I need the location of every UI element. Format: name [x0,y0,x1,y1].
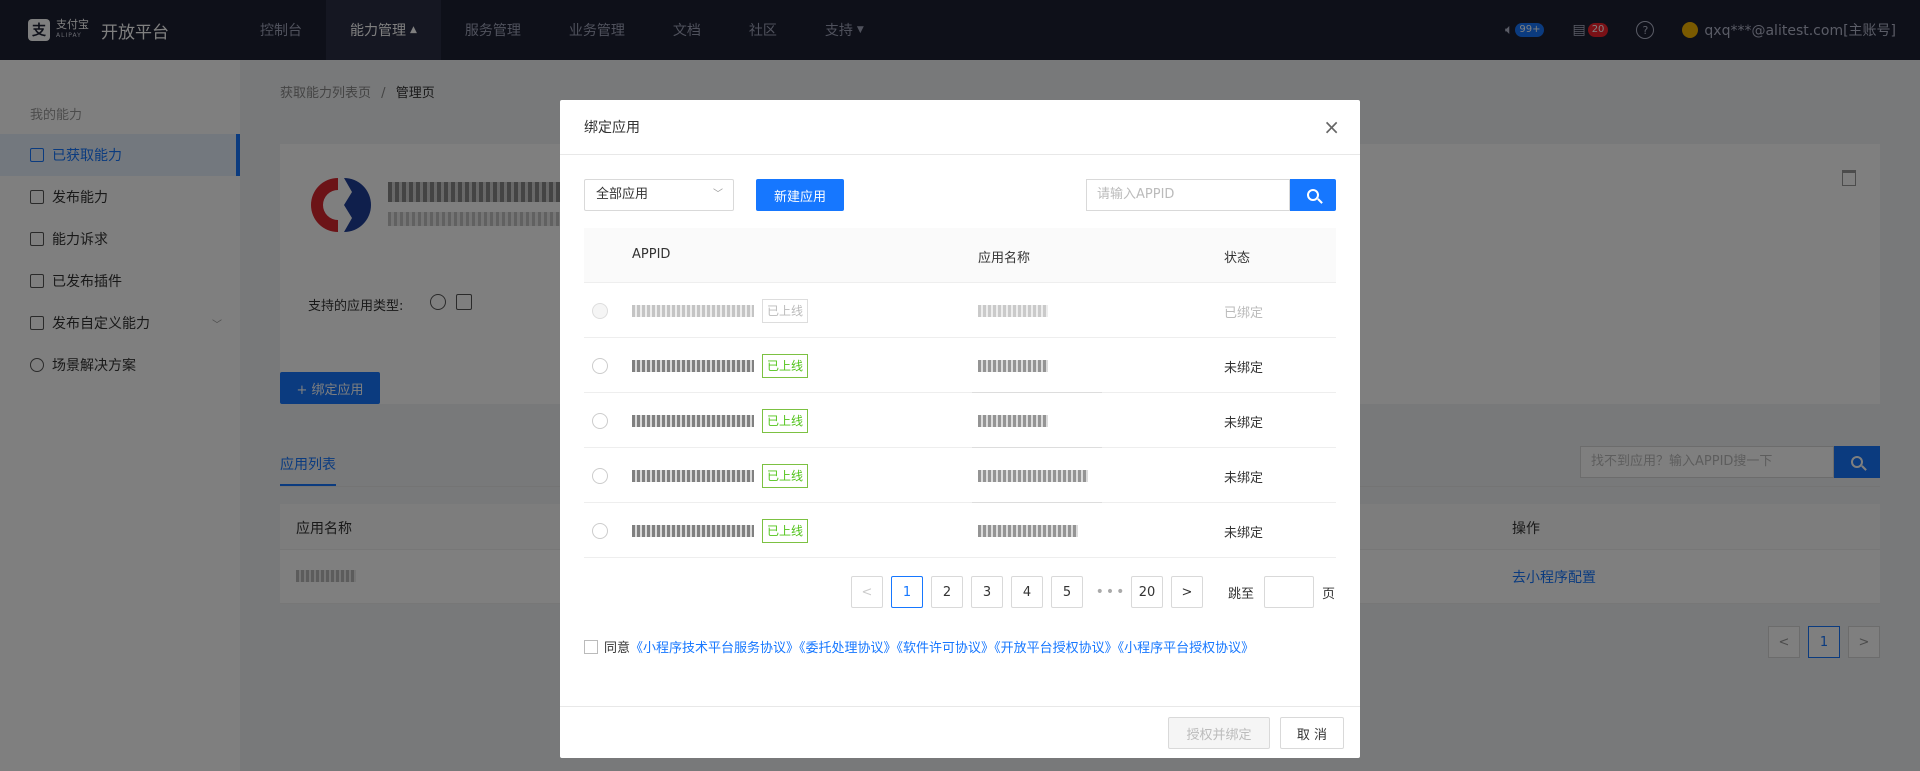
search-icon [1307,189,1319,201]
table-row: 已上线 已绑定 [584,283,1336,338]
bind-status: 未绑定 [1224,471,1264,486]
table-row[interactable]: 已上线 未绑定 [584,393,1336,448]
page-3[interactable]: 3 [971,576,1003,608]
modal-appid-input[interactable]: 请输入APPID [1086,179,1290,211]
page-2[interactable]: 2 [931,576,963,608]
app-name-blurred [978,525,1078,537]
bind-status: 未绑定 [1224,361,1264,376]
app-name-blurred [978,305,1048,317]
row-radio [592,303,608,319]
agreement-link-4[interactable]: 《开放平台授权协议》 [994,641,1118,656]
modal-search-button[interactable] [1290,179,1336,211]
modal-table-header: APPID 应用名称 状态 [584,228,1336,283]
jump-label: 跳至 [1228,587,1255,602]
appid-blurred [632,415,754,427]
online-tag: 已上线 [762,519,809,543]
agreement-link-2[interactable]: 《委托处理协议》 [799,641,897,656]
chevron-down-icon: ﹀ [713,189,723,200]
row-radio[interactable] [592,413,608,429]
modal-app-table: APPID 应用名称 状态 已上线 已绑定 已上线 未绑定 已上线 未绑定 已上… [584,228,1336,558]
new-app-button[interactable]: 新建应用 [756,179,844,211]
table-row[interactable]: 已上线 未绑定 [584,448,1336,503]
app-name-blurred [978,470,1088,482]
appid-blurred [632,470,754,482]
jump-unit: 页 [1322,587,1336,602]
table-row[interactable]: 已上线 未绑定 [584,503,1336,558]
cancel-button[interactable]: 取 消 [1280,717,1344,749]
app-name-blurred [978,360,1048,372]
bind-status: 未绑定 [1224,416,1264,431]
app-name-blurred [978,415,1048,427]
page-1[interactable]: 1 [891,576,923,608]
appid-blurred [632,360,754,372]
table-row[interactable]: 已上线 未绑定 [584,338,1336,393]
row-radio[interactable] [592,468,608,484]
online-tag: 已上线 [762,354,809,378]
page-4[interactable]: 4 [1011,576,1043,608]
app-filter-select[interactable]: 全部应用 ﹀ [584,179,734,211]
agreement-link-3[interactable]: 《软件许可协议》 [897,641,995,656]
authorize-bind-button[interactable]: 授权并绑定 [1168,717,1270,749]
online-tag: 已上线 [762,464,809,488]
appid-blurred [632,525,754,537]
col-status: 状态 [1224,251,1251,266]
page-ellipsis[interactable]: ••• [1095,576,1127,608]
appid-blurred [632,305,754,317]
next-page-button[interactable]: > [1171,576,1203,608]
page-20[interactable]: 20 [1131,576,1163,608]
modal-title: 绑定应用 [560,100,1360,155]
bind-status: 已绑定 [1224,306,1264,321]
jump-page-input[interactable] [1264,576,1314,608]
col-name: 应用名称 [978,251,1031,266]
bind-app-modal: 绑定应用 × 全部应用 ﹀ 新建应用 请输入APPID APPID 应用名称 状… [560,100,1360,758]
row-radio[interactable] [592,523,608,539]
agree-prefix: 同意 [604,641,631,656]
close-icon[interactable]: × [1323,117,1340,137]
online-tag: 已上线 [762,299,809,323]
online-tag: 已上线 [762,409,809,433]
modal-footer: 授权并绑定 取 消 [560,706,1360,758]
bind-status: 未绑定 [1224,526,1264,541]
agree-checkbox[interactable] [584,640,598,654]
col-appid: APPID [632,247,671,262]
prev-page-button[interactable]: < [851,576,883,608]
agreement-link-5[interactable]: 《小程序平台授权协议》 [1118,641,1255,656]
row-radio[interactable] [592,358,608,374]
page-5[interactable]: 5 [1051,576,1083,608]
agreement-section: 同意《小程序技术平台服务协议》《委托处理协议》《软件许可协议》《开放平台授权协议… [584,638,1336,660]
agreement-link-1[interactable]: 《小程序技术平台服务协议》 [630,641,799,656]
